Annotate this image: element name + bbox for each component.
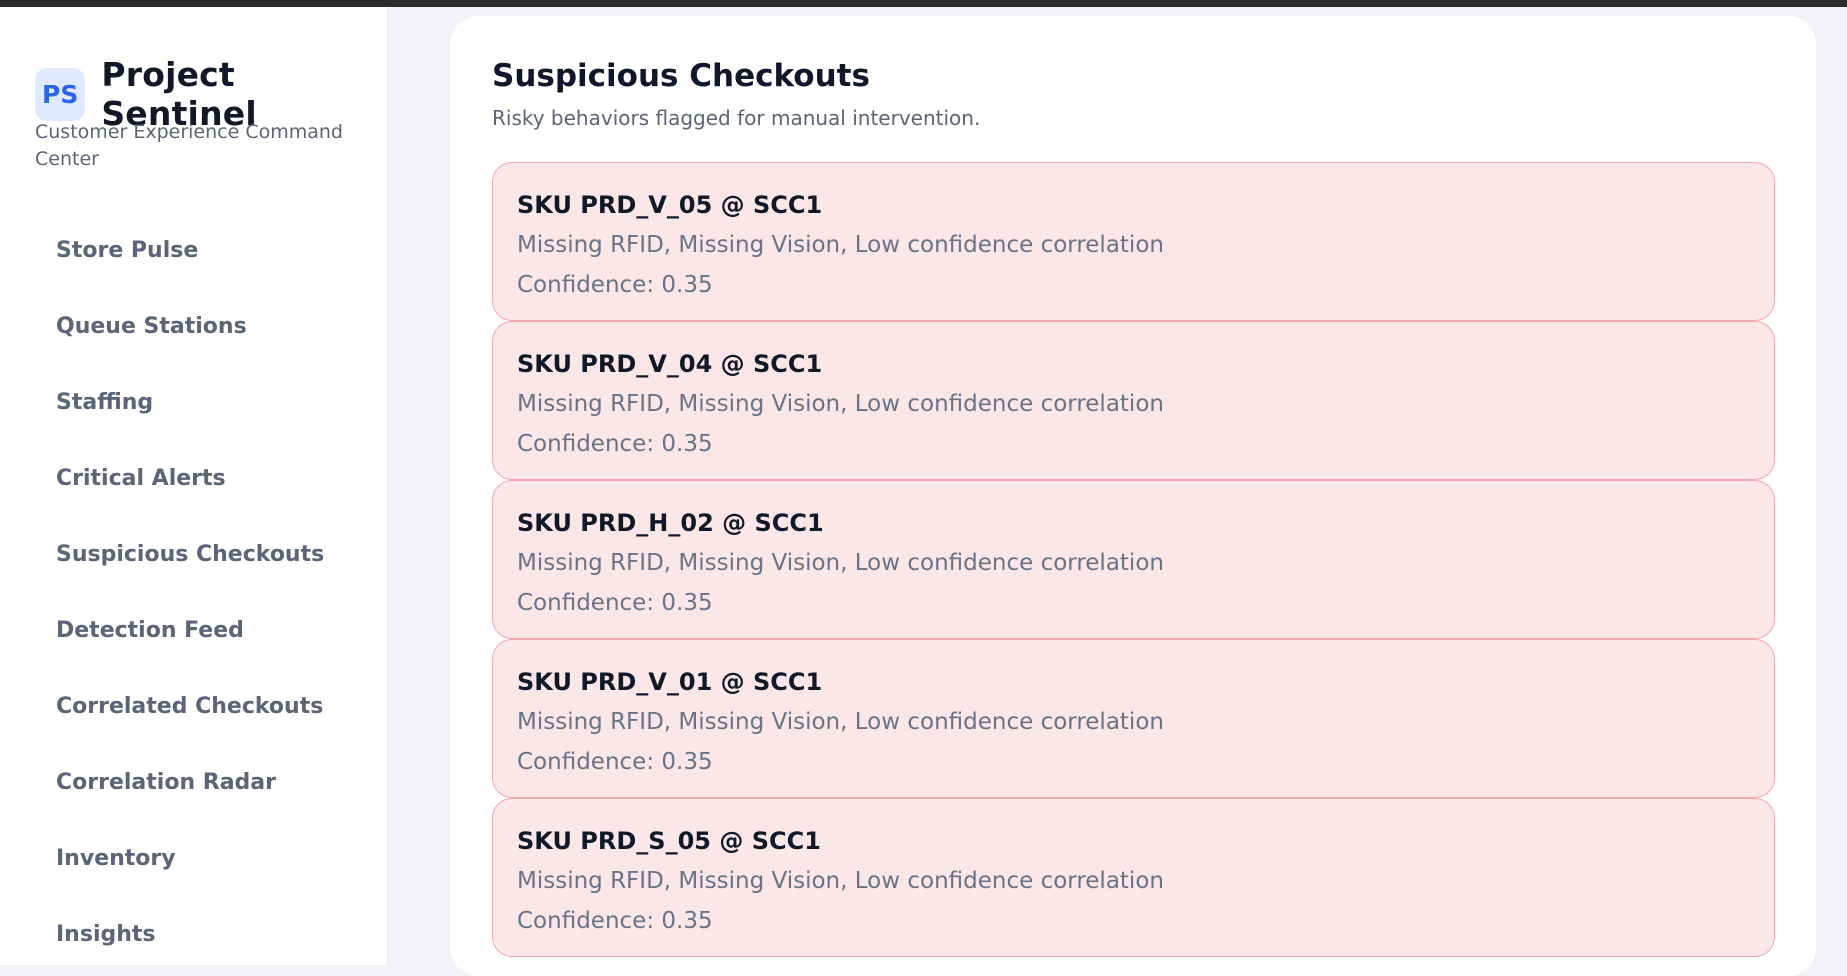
sidebar-item-label: Detection Feed xyxy=(56,617,244,643)
alert-confidence: Confidence: 0.35 xyxy=(517,590,713,616)
suspicious-checkout-card[interactable]: SKU PRD_V_01 @ SCC1 Missing RFID, Missin… xyxy=(492,639,1775,798)
page-subtitle: Risky behaviors flagged for manual inter… xyxy=(492,106,981,130)
sidebar-item-inventory[interactable]: Inventory xyxy=(0,820,388,896)
sidebar-item-correlated-checkouts[interactable]: Correlated Checkouts xyxy=(0,668,388,744)
sidebar-item-insights[interactable]: Insights xyxy=(0,896,388,972)
alert-reasons: Missing RFID, Missing Vision, Low confid… xyxy=(517,232,1164,258)
alert-title: SKU PRD_S_05 @ SCC1 xyxy=(517,827,821,855)
sidebar-item-label: Store Pulse xyxy=(56,237,199,263)
sidebar-item-label: Correlated Checkouts xyxy=(56,693,324,719)
sidebar-item-suspicious-checkouts[interactable]: Suspicious Checkouts xyxy=(0,516,388,592)
suspicious-checkout-card[interactable]: SKU PRD_V_04 @ SCC1 Missing RFID, Missin… xyxy=(492,321,1775,480)
sidebar-item-correlation-radar[interactable]: Correlation Radar xyxy=(0,744,388,820)
alert-reasons: Missing RFID, Missing Vision, Low confid… xyxy=(517,391,1164,417)
sidebar-item-label: Correlation Radar xyxy=(56,769,276,795)
page-title: Suspicious Checkouts xyxy=(492,58,870,94)
alert-confidence: Confidence: 0.35 xyxy=(517,749,713,775)
sidebar-item-queue-stations[interactable]: Queue Stations xyxy=(0,288,388,364)
sidebar-item-label: Queue Stations xyxy=(56,313,247,339)
main-panel: Suspicious Checkouts Risky behaviors fla… xyxy=(450,16,1816,976)
alert-reasons: Missing RFID, Missing Vision, Low confid… xyxy=(517,709,1164,735)
sidebar-item-critical-alerts[interactable]: Critical Alerts xyxy=(0,440,388,516)
suspicious-checkout-card[interactable]: SKU PRD_H_02 @ SCC1 Missing RFID, Missin… xyxy=(492,480,1775,639)
suspicious-checkout-card[interactable]: SKU PRD_S_05 @ SCC1 Missing RFID, Missin… xyxy=(492,798,1775,957)
alert-confidence: Confidence: 0.35 xyxy=(517,908,713,934)
sidebar-item-detection-feed[interactable]: Detection Feed xyxy=(0,592,388,668)
suspicious-checkout-list: SKU PRD_V_05 @ SCC1 Missing RFID, Missin… xyxy=(492,162,1775,957)
sidebar-item-label: Inventory xyxy=(56,845,176,871)
alert-confidence: Confidence: 0.35 xyxy=(517,272,713,298)
alert-title: SKU PRD_V_04 @ SCC1 xyxy=(517,350,823,378)
app-subtitle: Customer Experience Command Center xyxy=(35,121,343,170)
sidebar-item-label: Insights xyxy=(56,921,156,947)
suspicious-checkout-card[interactable]: SKU PRD_V_05 @ SCC1 Missing RFID, Missin… xyxy=(492,162,1775,321)
sidebar-item-staffing[interactable]: Staffing xyxy=(0,364,388,440)
sidebar-item-label: Staffing xyxy=(56,389,154,415)
window-top-bar xyxy=(0,0,1847,7)
alert-reasons: Missing RFID, Missing Vision, Low confid… xyxy=(517,868,1164,894)
alert-title: SKU PRD_V_05 @ SCC1 xyxy=(517,191,823,219)
sidebar-item-label: Suspicious Checkouts xyxy=(56,541,325,567)
alert-confidence: Confidence: 0.35 xyxy=(517,431,713,457)
sidebar-item-label: Critical Alerts xyxy=(56,465,226,491)
brand-logo: PS xyxy=(35,67,86,121)
sidebar-nav: Store Pulse Queue Stations Staffing Crit… xyxy=(0,212,388,972)
sidebar: PS Project Sentinel Customer Experience … xyxy=(0,7,388,965)
alert-reasons: Missing RFID, Missing Vision, Low confid… xyxy=(517,550,1164,576)
alert-title: SKU PRD_H_02 @ SCC1 xyxy=(517,509,824,537)
alert-title: SKU PRD_V_01 @ SCC1 xyxy=(517,668,823,696)
sidebar-item-store-pulse[interactable]: Store Pulse xyxy=(0,212,388,288)
